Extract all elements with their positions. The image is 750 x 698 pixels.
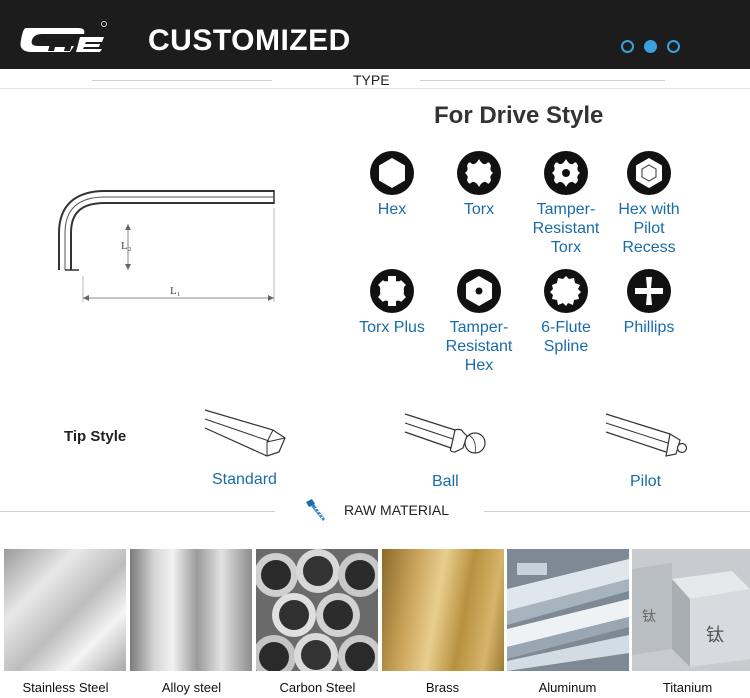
material-divider-right	[484, 511, 750, 512]
screw-icon	[306, 499, 325, 521]
torx-icon	[457, 151, 501, 195]
svg-text:钛: 钛	[706, 625, 724, 646]
type-label: TYPE	[353, 72, 390, 88]
material-tile-stainless-steel[interactable]	[4, 549, 126, 671]
drive-item-hex-pilot-recess[interactable]: Hex with Pilot Recess	[604, 150, 694, 257]
type-divider-right	[420, 80, 665, 81]
material-tile-titanium[interactable]: 钛 钛	[632, 549, 750, 671]
drive-item-6-flute-spline[interactable]: 6-Flute Spline	[521, 268, 611, 356]
material-tile-brass[interactable]	[382, 549, 504, 671]
drive-item-tamper-resistant-hex[interactable]: Tamper- Resistant Hex	[434, 268, 524, 375]
che-logo-icon	[20, 21, 107, 52]
titanium-cube-image: 钛 钛	[632, 549, 750, 671]
carousel-dot-1[interactable]	[621, 40, 634, 53]
tip-pilot-label[interactable]: Pilot	[630, 473, 661, 491]
hex-key-diagram: L₂ L₁	[58, 190, 275, 302]
tamper-resistant-hex-icon	[457, 269, 501, 313]
page-header: CUSTOMIZED	[0, 0, 750, 69]
l1-dimension-label: L₁	[170, 285, 181, 297]
material-label-alloy-steel: Alloy steel	[161, 680, 222, 695]
torx-plus-icon	[370, 269, 414, 313]
carousel-dot-2[interactable]	[644, 40, 657, 53]
material-label-stainless-steel: Stainless Steel	[22, 680, 109, 695]
aluminum-bars-image	[507, 549, 629, 671]
hex-pilot-recess-icon	[627, 151, 671, 195]
svg-text:钛: 钛	[642, 609, 656, 625]
tamper-resistant-torx-icon	[544, 151, 588, 195]
steel-pipes-image	[256, 549, 378, 671]
six-flute-spline-icon	[544, 269, 588, 313]
phillips-icon	[627, 269, 671, 313]
tip-ball-icon	[404, 413, 486, 454]
carousel-dot-3[interactable]	[667, 40, 680, 53]
tip-standard-label[interactable]: Standard	[212, 471, 277, 489]
tip-ball-label[interactable]: Ball	[432, 473, 459, 491]
material-tile-aluminum[interactable]	[507, 549, 629, 671]
drive-item-torx-plus[interactable]: Torx Plus	[347, 268, 437, 337]
type-divider-left	[92, 80, 272, 81]
hex-socket-icon	[370, 151, 414, 195]
tip-pilot-icon	[605, 413, 688, 457]
material-label-aluminum: Aluminum	[538, 680, 597, 695]
drive-style-title: For Drive Style	[434, 102, 604, 129]
carousel-indicator	[621, 40, 680, 53]
material-tile-alloy-steel[interactable]	[130, 549, 252, 671]
raw-material-label: RAW MATERIAL	[344, 502, 450, 518]
material-label-titanium: Titanium	[662, 680, 713, 695]
l2-dimension-label: L₂	[121, 240, 132, 252]
drive-item-phillips[interactable]: Phillips	[604, 268, 694, 337]
material-label-carbon-steel: Carbon Steel	[279, 680, 356, 695]
tip-style-heading: Tip Style	[64, 428, 127, 445]
top-border	[0, 88, 750, 89]
drive-item-tamper-resistant-torx[interactable]: Tamper- Resistant Torx	[521, 150, 611, 257]
material-tile-carbon-steel[interactable]	[256, 549, 378, 671]
drive-item-hex[interactable]: Hex	[347, 150, 437, 219]
tip-standard-icon	[204, 409, 286, 457]
page-title: CUSTOMIZED	[148, 24, 351, 57]
material-label-brass: Brass	[425, 680, 460, 695]
material-divider-left	[0, 511, 275, 512]
drive-item-torx[interactable]: Torx	[434, 150, 524, 219]
